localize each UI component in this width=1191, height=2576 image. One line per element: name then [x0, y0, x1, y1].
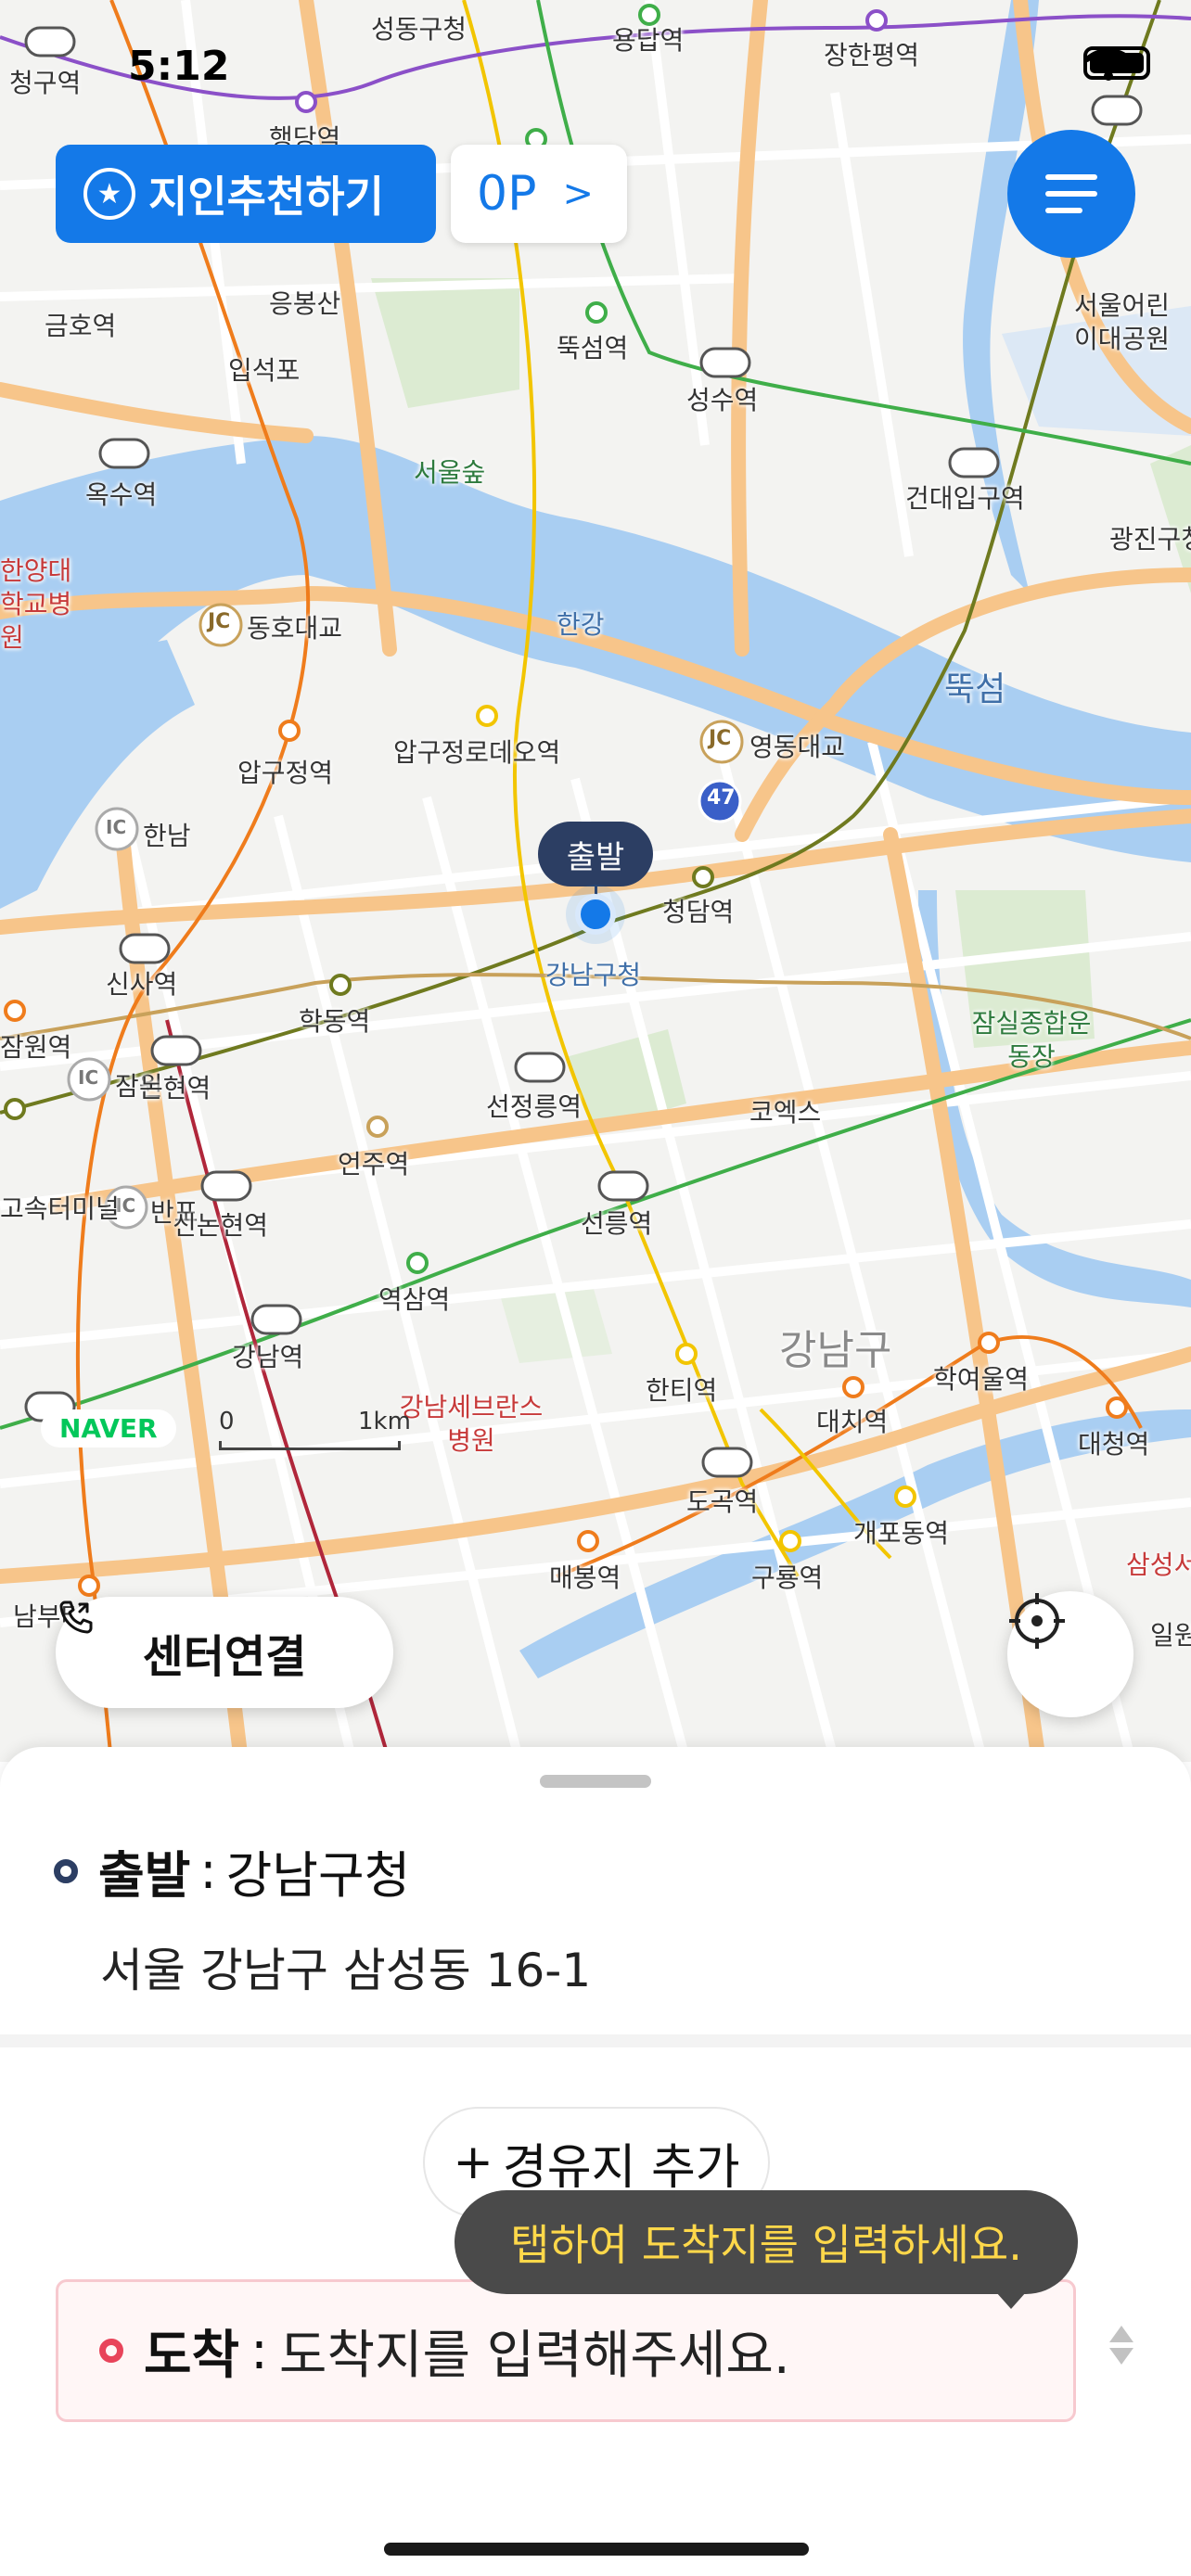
- origin-address: 서울 강남구 삼성동 16-1: [100, 1944, 592, 1997]
- recommend-friend-button[interactable]: ★ 지인추천하기: [56, 145, 436, 243]
- origin-dot-icon: [54, 1858, 78, 1883]
- place-label: 청구역: [9, 68, 82, 98]
- destination-dot-icon: [99, 2339, 123, 2363]
- origin-row[interactable]: 출발 : 강남구청 서울 강남구 삼성동 16-1: [54, 1834, 591, 2000]
- place-label: 코엑스: [749, 1097, 822, 1128]
- jc-badge: JC: [709, 727, 732, 750]
- place-label: 용답역: [612, 25, 685, 56]
- place-label: 개포동역: [853, 1518, 950, 1549]
- place-label: 일원: [1150, 1620, 1191, 1651]
- place-label: 청담역: [662, 897, 735, 927]
- place-label: 한티역: [646, 1375, 718, 1406]
- place-label: 금호역: [45, 311, 117, 341]
- place-label: 영동대교: [749, 732, 846, 762]
- call-center-button[interactable]: 센터연결: [56, 1597, 393, 1708]
- point-value: 0P: [477, 166, 537, 222]
- place-label: 입석포: [228, 355, 301, 386]
- section-divider: [0, 2034, 1191, 2047]
- plus-icon: +: [453, 2135, 493, 2190]
- sheet-grabber-handle[interactable]: [540, 1775, 651, 1788]
- origin-name: 강남구청: [225, 1846, 411, 1905]
- origin-marker-tag[interactable]: 출발: [538, 822, 653, 886]
- place-label: 잠원역: [0, 1032, 72, 1063]
- place-label: 언주역: [338, 1149, 410, 1180]
- place-label: 삼성서울병원: [1126, 1549, 1191, 1580]
- tooltip-text: 탭하여 도착지를 입력하세요.: [510, 2220, 1022, 2270]
- ic-badge: IC: [78, 1066, 99, 1089]
- place-label: 강남구청: [545, 960, 642, 990]
- home-indicator: [384, 2543, 809, 2556]
- chevron-right-icon: >: [562, 172, 594, 215]
- place-label: 광진구청: [1109, 524, 1191, 555]
- jc-badge: JC: [208, 610, 231, 633]
- scale-zero: 0: [219, 1408, 235, 1435]
- district-label: 강남구: [779, 1327, 892, 1374]
- point-balance-button[interactable]: 0P >: [451, 145, 627, 243]
- hamburger-icon: [1045, 174, 1097, 180]
- origin-separator: :: [199, 1842, 217, 1900]
- place-label: 성동구청: [371, 14, 467, 45]
- place-label: 응봉산: [269, 288, 341, 319]
- place-label: 신논현역: [173, 1210, 269, 1241]
- place-label: 신사역: [106, 969, 178, 1000]
- destination-separator: :: [250, 2320, 268, 2381]
- scale-unit: 1km: [358, 1408, 411, 1435]
- place-label: 뚝섬역: [557, 333, 629, 363]
- place-label: 구룡역: [751, 1562, 824, 1593]
- star-badge-icon: ★: [83, 168, 135, 220]
- place-label: 한남: [143, 821, 191, 851]
- route-47-badge: 47: [707, 786, 736, 810]
- crosshair-icon: [1009, 1593, 1065, 1649]
- river-label: 한강: [557, 609, 605, 640]
- status-icons: [1083, 46, 1150, 81]
- map-view[interactable]: JC JC IC IC IC 47 성동구청 용답역 장한평역 청구역 행당역 …: [0, 0, 1191, 1762]
- place-label: 역삼역: [378, 1284, 451, 1315]
- place-label: 고속터미널: [0, 1193, 120, 1224]
- place-label: 서울숲: [414, 457, 486, 488]
- origin-key: 출발: [98, 1846, 191, 1905]
- place-label: 학동역: [299, 1006, 371, 1037]
- place-label: 논현역: [139, 1073, 211, 1103]
- place-label: 장한평역: [824, 40, 920, 70]
- place-label: 건대입구역: [905, 483, 1025, 514]
- wifi-icon: [1084, 48, 1133, 81]
- status-time: 5:12: [128, 43, 230, 90]
- place-label: 옥수역: [85, 479, 158, 510]
- place-label: 한양대학교병원: [0, 555, 72, 653]
- destination-hint-tooltip: 탭하여 도착지를 입력하세요.: [455, 2190, 1078, 2309]
- ic-badge: IC: [106, 816, 127, 838]
- place-label: 매봉역: [549, 1562, 621, 1593]
- place-label: 압구정역: [237, 758, 334, 788]
- destination-field[interactable]: 도착 : 도착지를 입력해주세요.: [56, 2279, 1076, 2422]
- place-label: 대청역: [1078, 1429, 1150, 1460]
- route-bottom-sheet: 출발 : 강남구청 서울 강남구 삼성동 16-1 + 경유지 추가 탭하여 도…: [0, 1747, 1191, 2576]
- recommend-label: 지인추천하기: [148, 172, 384, 222]
- place-label: 강남세브란스병원: [399, 1392, 544, 1456]
- naver-logo: NAVER: [41, 1409, 176, 1447]
- area-label: 뚝섬: [944, 670, 1006, 708]
- call-center-label: 센터연결: [142, 1631, 307, 1683]
- destination-placeholder: 도착지를 입력해주세요.: [278, 2325, 790, 2386]
- place-label: 압구정로데오역: [393, 737, 561, 768]
- place-label: 성수역: [686, 385, 759, 415]
- menu-button[interactable]: [1007, 130, 1135, 258]
- place-label: 대치역: [816, 1407, 889, 1437]
- place-label: 잠실종합운동장: [971, 1008, 1092, 1072]
- place-label: 도곡역: [686, 1486, 759, 1517]
- place-label: 선정릉역: [486, 1091, 583, 1122]
- destination-key: 도착: [144, 2325, 240, 2386]
- reorder-handle-icon[interactable]: [1109, 2326, 1133, 2365]
- phone-icon: [59, 1600, 93, 1634]
- place-label: 학여울역: [933, 1364, 1030, 1395]
- current-location-button[interactable]: [1007, 1591, 1133, 1717]
- place-label: 선릉역: [581, 1208, 653, 1239]
- add-waypoint-label: 경유지 추가: [502, 2139, 740, 2196]
- place-label: 동호대교: [247, 613, 343, 644]
- place-label: 강남역: [232, 1342, 304, 1372]
- origin-location-pin-icon[interactable]: [575, 894, 616, 935]
- place-label: 서울어린이대공원: [1074, 290, 1171, 354]
